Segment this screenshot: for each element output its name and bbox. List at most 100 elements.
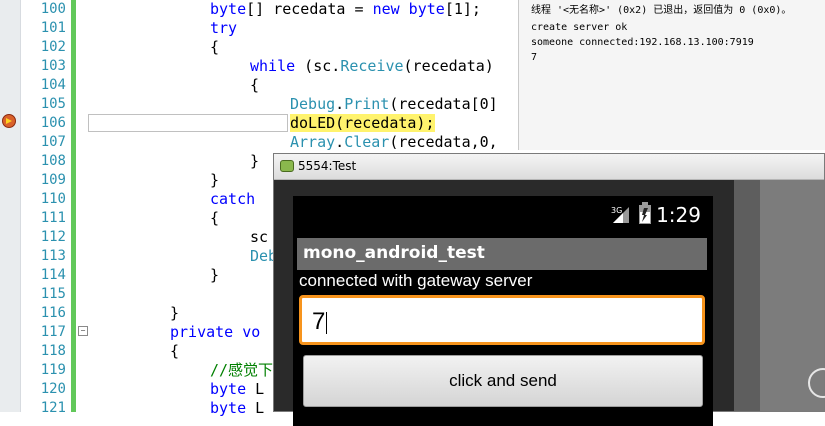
code-token: [1]; (444, 0, 481, 18)
line-number: 109 (40, 172, 66, 188)
code-token: . (335, 95, 345, 113)
code-line: byte[] recedata = new byte[1]; (210, 0, 481, 19)
code-token: } (170, 304, 180, 322)
code-token: } (250, 152, 260, 170)
code-line: Debug.Print(recedata[0] (290, 95, 498, 114)
text-caret (326, 311, 328, 334)
code-token: (recedata) (403, 57, 494, 75)
code-line: { (170, 342, 179, 361)
code-line: { (210, 209, 219, 228)
code-token: [] recedata = (246, 0, 373, 18)
code-token: try (210, 19, 238, 37)
svg-text:3G: 3G (611, 206, 622, 215)
message-input-value: 7 (312, 308, 328, 335)
code-token: (recedata,0, (389, 133, 498, 151)
line-number: 100 (40, 1, 66, 17)
code-token: L (246, 399, 265, 417)
line-number: 118 (40, 343, 66, 359)
line-number: 121 (40, 400, 66, 416)
code-token: (sc. (295, 57, 341, 75)
code-token: Receive (340, 57, 404, 75)
code-line: byte L (210, 380, 264, 399)
line-number: 120 (40, 381, 66, 397)
line-number: 106 (40, 115, 66, 131)
breakpoint-margin[interactable] (0, 0, 21, 412)
code-token: Clear (344, 133, 390, 151)
code-token: byte (210, 380, 247, 398)
line-number: 119 (40, 362, 66, 378)
code-token: L (246, 380, 265, 398)
android-status-bar: 3G 1:29 (293, 196, 713, 232)
code-token: private (170, 323, 234, 341)
code-line: while (sc.Receive(recedata) (250, 57, 494, 76)
code-line: sc (250, 228, 268, 247)
code-line: { (210, 38, 219, 57)
code-token: byte (210, 0, 247, 18)
line-number: 115 (40, 286, 66, 302)
line-number: 107 (40, 134, 66, 150)
emulator-window[interactable]: 5554:Test 3G 1:29 mono_android_test conn… (273, 153, 825, 426)
click-and-send-button[interactable]: click and send (303, 355, 703, 407)
line-number: 116 (40, 305, 66, 321)
code-token: } (210, 171, 220, 189)
output-line: 7 (531, 52, 538, 63)
line-number: 112 (40, 229, 66, 245)
code-token: byte (210, 399, 247, 417)
line-number: 102 (40, 39, 66, 55)
code-token: catch (210, 190, 256, 208)
line-number: 117 (40, 324, 66, 340)
code-token: } (210, 266, 220, 284)
emulator-title-bar[interactable]: 5554:Test (274, 154, 824, 180)
android-emulator-icon (280, 160, 294, 172)
code-token: { (250, 76, 260, 94)
line-number: 108 (40, 153, 66, 169)
code-token: { (210, 38, 220, 56)
output-line: 线程 '<无名称>' (0x2) 已退出，返回值为 0 (0x0)。 (531, 5, 792, 16)
current-statement-text: doLED(recedata); (290, 114, 435, 132)
code-line: Array.Clear(recedata,0, (290, 133, 498, 152)
code-token: { (170, 342, 180, 360)
code-line: byte L (210, 399, 264, 418)
output-pane[interactable]: 线程 '<无名称>' (0x2) 已退出，返回值为 0 (0x0)。 creat… (518, 0, 825, 150)
code-line: } (170, 304, 179, 323)
code-token: byte (399, 0, 445, 18)
code-token: Debug (290, 95, 336, 113)
code-line: catch (210, 190, 255, 209)
line-number: 104 (40, 77, 66, 93)
connection-status-label: connected with gateway server (299, 271, 533, 290)
change-tracking-bar (71, 0, 76, 412)
code-token: while (250, 57, 296, 75)
code-token: //感觉下 (210, 361, 274, 379)
message-input[interactable]: 7 (299, 295, 705, 345)
code-token: sc (250, 228, 269, 246)
code-line: { (250, 76, 259, 95)
line-number: 101 (40, 20, 66, 36)
app-title: mono_android_test (303, 243, 485, 263)
status-clock: 1:29 (656, 203, 701, 227)
output-line: someone connected:192.168.13.100:7919 (531, 37, 754, 48)
output-line: create server ok (531, 22, 628, 33)
outline-collapse-toggle[interactable]: − (78, 326, 88, 336)
line-number: 113 (40, 248, 66, 264)
line-number: 111 (40, 210, 66, 226)
code-line: try (210, 19, 237, 38)
line-number: 114 (40, 267, 66, 283)
code-token: vo (242, 323, 261, 341)
signal-3g-icon: 3G (611, 206, 629, 223)
code-line: } (210, 171, 219, 190)
current-statement-arrow-icon (2, 114, 16, 128)
code-line: } (250, 152, 259, 171)
line-number: 103 (40, 58, 66, 74)
code-line: private vo (170, 323, 260, 342)
code-token: new (372, 0, 400, 18)
code-line: doLED(recedata); (290, 114, 435, 133)
emulator-window-title: 5554:Test (298, 159, 357, 173)
line-number-gutter: 100 101 102 103 104 105 106 107 108 109 110 111 112 1… (20, 0, 70, 416)
emulator-body: 3G 1:29 mono_android_test connected with… (274, 180, 825, 426)
app-title-bar: mono_android_test (297, 238, 707, 270)
device-screen[interactable]: 3G 1:29 mono_android_test connected with… (293, 196, 713, 426)
code-line: //感觉下 (210, 361, 273, 380)
line-number: 110 (40, 191, 66, 207)
code-token: { (210, 209, 220, 227)
